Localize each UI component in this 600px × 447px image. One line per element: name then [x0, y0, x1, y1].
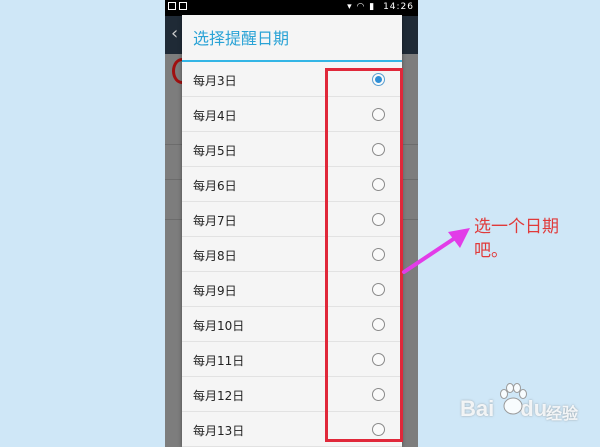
wifi-icon: ◠ — [356, 2, 366, 12]
signal-icon: ▾ — [347, 2, 353, 12]
status-bar: ▾ ◠ ▮ 14:26 — [165, 0, 418, 16]
paw-logo-icon — [500, 383, 527, 415]
date-option-label: 每月11日 — [193, 354, 245, 368]
date-option-label: 每月5日 — [193, 144, 237, 158]
image-icon — [168, 2, 176, 10]
date-option-label: 每月3日 — [193, 74, 237, 88]
dialog-title: 选择提醒日期 — [182, 15, 402, 62]
baidu-watermark: Bai du 经验 — [460, 383, 590, 428]
annotation-text: 选一个日期 吧。 — [474, 215, 584, 263]
watermark-sub: 经验 — [546, 406, 579, 423]
highlight-box — [325, 68, 403, 442]
date-option-label: 每月8日 — [193, 249, 237, 263]
date-option-label: 每月6日 — [193, 179, 237, 193]
annotation-line-1: 选一个日期 — [474, 217, 559, 237]
annotation-line-2: 吧。 — [474, 241, 508, 261]
status-right: ▾ ◠ ▮ 14:26 — [347, 2, 414, 12]
battery-icon: ▮ — [369, 2, 376, 12]
date-option-label: 每月7日 — [193, 214, 237, 228]
date-option-label: 每月13日 — [193, 424, 245, 438]
status-time: 14:26 — [383, 2, 414, 12]
date-option-label: 每月9日 — [193, 284, 237, 298]
pointer-arrow-icon — [402, 228, 470, 274]
notification-icons — [168, 2, 190, 13]
date-option-label: 每月12日 — [193, 389, 245, 403]
date-option-label: 每月4日 — [193, 109, 237, 123]
back-arrow-icon[interactable]: ‹ — [171, 23, 178, 44]
date-option-label: 每月10日 — [193, 319, 245, 333]
person-icon — [179, 2, 187, 10]
